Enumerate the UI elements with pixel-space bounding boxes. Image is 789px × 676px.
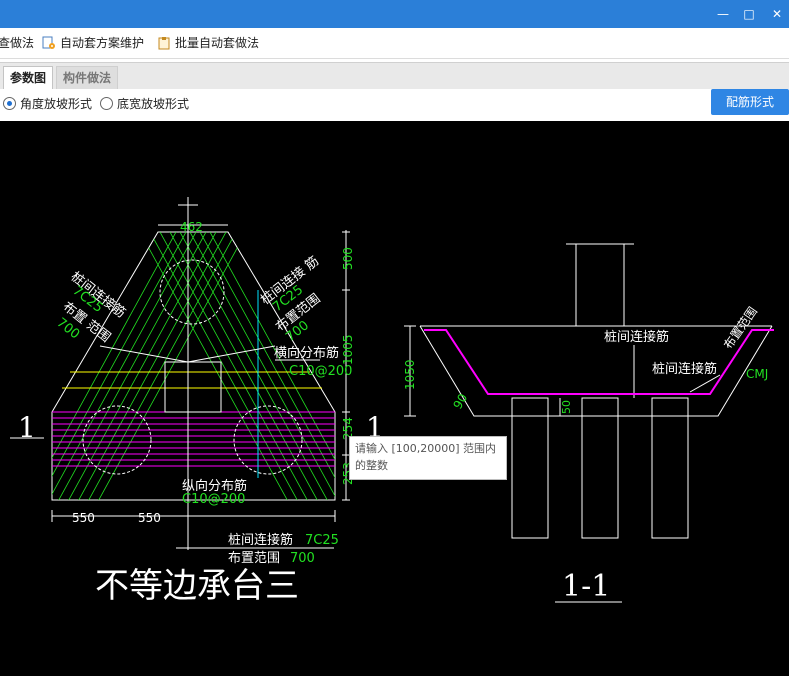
slope-option-row: 角度放坡形式 底宽放坡形式 [0, 89, 789, 119]
section-outline [404, 243, 773, 603]
angle-slope-label: 角度放坡形式 [20, 97, 93, 111]
label-trans-a: 横向分布筋 [274, 345, 339, 361]
dim-1005: 1005 [341, 334, 355, 365]
label-trans-b: C10@200 [289, 364, 352, 379]
rebar-form-button[interactable]: 配筋形式 [711, 89, 789, 115]
section-magenta-rebar [424, 329, 774, 395]
magenta-rebars [52, 411, 335, 467]
clipboard-icon [158, 37, 170, 50]
section-dim-50: 50 [560, 400, 573, 414]
tab-parameter-diagram[interactable]: 参数图 [3, 66, 54, 89]
toolbar: 查做法 自动套方案维护 批量自动套做法 [0, 28, 789, 59]
yellow-distribution-lines [62, 371, 322, 389]
label-long-b: C10@200 [182, 492, 245, 507]
width-slope-label: 底宽放坡形式 [117, 97, 190, 111]
tooltip-line-2: 的整数 [355, 459, 388, 472]
section-title: 1-1 [562, 569, 610, 604]
cap-drawing-svg: 462 500 1005 254 253 550 550 桩间连接筋 7C25 … [10, 197, 774, 606]
dim-550-right: 550 [138, 511, 161, 525]
dim-top: 462 [180, 220, 203, 234]
angle-slope-radio[interactable]: 角度放坡形式 [3, 96, 92, 112]
tooltip-line-1: 请输入 [100,20000] 范围内 [355, 442, 497, 455]
window-title-bar: — □ ✕ [0, 0, 789, 28]
view-method-label: 查做法 [0, 36, 35, 50]
tab-component-method-label: 构件做法 [63, 71, 112, 85]
label-bottom-c: 布置范围 [228, 551, 280, 566]
dim-550-left: 550 [72, 511, 95, 525]
section-label-1: 桩间连接筋 [604, 329, 669, 345]
section-cmj: CMJ [746, 367, 768, 381]
minimize-icon[interactable]: — [712, 4, 734, 24]
section-dim-1050: 1050 [403, 359, 417, 390]
tab-parameter-diagram-label: 参数图 [10, 71, 47, 85]
dim-500: 500 [341, 247, 355, 270]
batch-auto-method-button[interactable]: 批量自动套做法 [157, 34, 259, 52]
label-bottom-d: 700 [290, 551, 315, 566]
label-bottom-a: 桩间连接筋 [228, 532, 293, 548]
tab-component-method[interactable]: 构件做法 [56, 66, 119, 89]
parameter-drawing-canvas[interactable]: 462 500 1005 254 253 550 550 桩间连接筋 7C25 … [0, 121, 789, 676]
section-label-2: 桩间连接筋 [652, 361, 717, 377]
gear-document-icon [42, 36, 55, 49]
section-ramp-label: 布置范围 [721, 304, 760, 351]
maximize-icon[interactable]: □ [738, 4, 760, 24]
batch-auto-method-label: 批量自动套做法 [175, 36, 260, 50]
auto-scheme-maintain-button[interactable]: 自动套方案维护 [42, 34, 144, 52]
section-marker-left: 1 [18, 411, 36, 444]
plan-title: 不等边承台三 [95, 566, 299, 606]
input-range-tooltip: 请输入 [100,20000] 范围内 的整数 [349, 436, 507, 480]
width-slope-radio[interactable]: 底宽放坡形式 [100, 96, 189, 112]
section-angle: 90 [450, 391, 470, 411]
label-bottom-b: 7C25 [305, 533, 339, 548]
tab-strip: 参数图 构件做法 [0, 62, 789, 90]
auto-scheme-maintain-label: 自动套方案维护 [60, 36, 145, 50]
radio-unselected-icon [100, 97, 113, 110]
close-icon[interactable]: ✕ [766, 4, 788, 24]
view-method-button[interactable]: 查做法 [0, 34, 34, 52]
radio-selected-icon [3, 97, 16, 110]
